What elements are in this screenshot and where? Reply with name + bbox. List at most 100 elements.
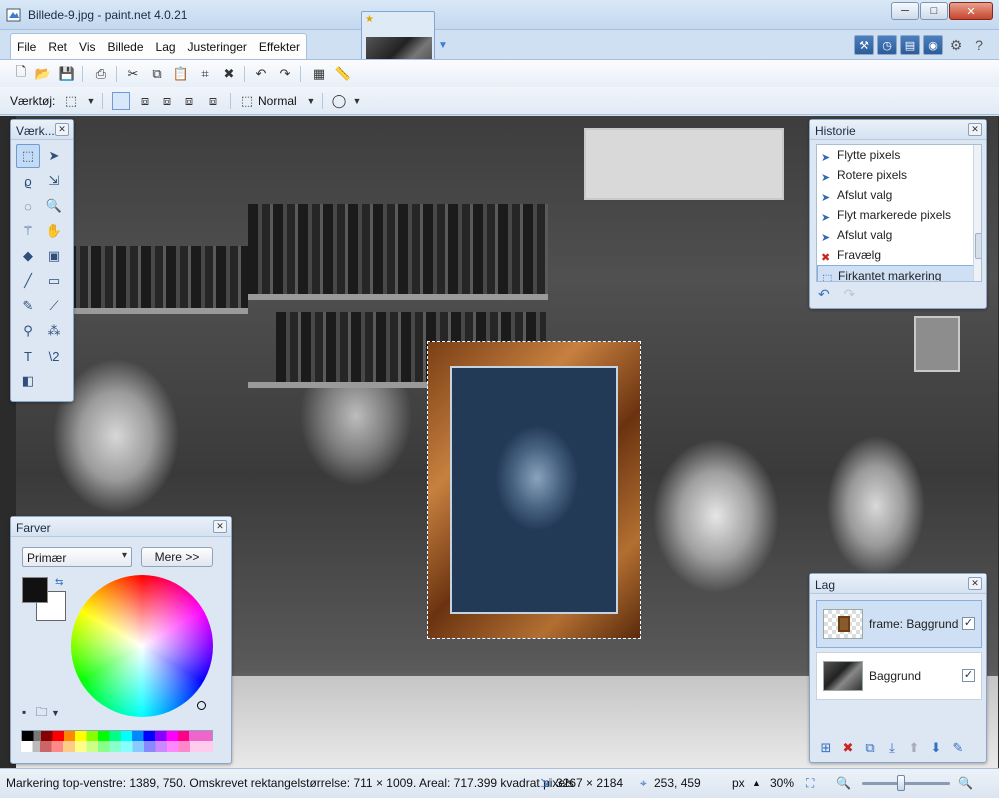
settings-gear-icon[interactable]: ⚙	[946, 35, 966, 55]
layer-properties-icon[interactable]: ✎	[950, 740, 966, 756]
open-file-icon[interactable]: 📂	[34, 65, 52, 83]
zoom-tool[interactable]: 🔍	[42, 194, 66, 218]
lasso-select-tool[interactable]: ϱ	[16, 169, 40, 193]
add-layer-icon[interactable]: ⊞	[818, 740, 834, 756]
unit-dropdown-icon[interactable]: ▲	[752, 778, 761, 788]
layer-visibility-checkbox[interactable]: ✓	[962, 669, 975, 682]
color-wheel[interactable]	[71, 575, 213, 717]
paint-bucket-tool[interactable]: ◆	[16, 244, 40, 268]
move-layer-up-icon[interactable]: ⬆	[906, 740, 922, 756]
line-curve-tool[interactable]: \2	[42, 344, 66, 368]
clone-stamp-tool[interactable]: ⚲	[16, 319, 40, 343]
paintbrush-tool[interactable]: ╱	[16, 269, 40, 293]
add-to-palette-icon[interactable]: ▪	[22, 705, 26, 719]
history-redo-icon[interactable]: ↷	[844, 286, 856, 302]
color-mode-select[interactable]: Primær	[22, 547, 132, 567]
zoom-slider-knob[interactable]	[897, 775, 905, 791]
history-window-toggle-icon[interactable]: ◷	[877, 35, 897, 55]
menu-file[interactable]: File	[11, 34, 42, 59]
layer-item-background[interactable]: Baggrund ✓	[816, 652, 982, 700]
pan-tool[interactable]: ✋	[42, 219, 66, 243]
primary-color-swatch[interactable]	[22, 577, 48, 603]
magic-wand-tool[interactable]: ⚚	[16, 219, 40, 243]
colors-window-toggle-icon[interactable]: ◉	[923, 35, 943, 55]
zoom-out-icon[interactable]: 🔍	[836, 776, 851, 790]
history-scroll-thumb[interactable]	[975, 233, 981, 259]
color-palette-light[interactable]	[21, 741, 213, 752]
minimize-button[interactable]: ─	[891, 2, 919, 20]
tools-panel-close-icon[interactable]: ✕	[55, 123, 69, 136]
layer-visibility-checkbox[interactable]: ✓	[962, 617, 975, 630]
blend-mode-select[interactable]: Normal	[258, 94, 297, 108]
menu-view[interactable]: Vis	[73, 34, 101, 59]
selection-mode-replace-icon[interactable]	[112, 92, 130, 110]
duplicate-layer-icon[interactable]: ⧉	[862, 740, 878, 756]
copy-icon[interactable]: ⧉	[148, 65, 166, 83]
selected-frame-layer[interactable]	[427, 341, 641, 639]
history-item[interactable]: ➤ Rotere pixels	[817, 165, 981, 185]
gradient-tool[interactable]: ▣	[42, 244, 66, 268]
menu-image[interactable]: Billede	[101, 34, 149, 59]
selection-mode-xor-icon[interactable]: ⧈	[204, 92, 222, 110]
text-tool[interactable]: T	[16, 344, 40, 368]
pencil-tool[interactable]: ✎	[16, 294, 40, 318]
menu-effects[interactable]: Effekter	[253, 34, 306, 59]
colors-panel-close-icon[interactable]: ✕	[213, 520, 227, 533]
history-panel-close-icon[interactable]: ✕	[968, 123, 982, 136]
zoom-slider-track[interactable]	[862, 782, 950, 785]
blend-mode-dropdown-icon[interactable]: ▼	[302, 92, 320, 110]
history-item[interactable]: ➤ Afslut valg	[817, 185, 981, 205]
color-picker-tool[interactable]: ⟋	[42, 294, 66, 318]
maximize-button[interactable]: □	[920, 2, 948, 20]
more-colors-button[interactable]: Mere >>	[141, 547, 213, 567]
rulers-icon[interactable]: 📏	[334, 65, 352, 83]
delete-layer-icon[interactable]: ✖	[840, 740, 856, 756]
selection-mode-exclude-icon[interactable]: ⧈	[158, 92, 176, 110]
palette-dropdown-icon[interactable]: ▼	[51, 708, 60, 718]
history-undo-icon[interactable]: ↶	[818, 286, 830, 302]
help-icon[interactable]: ?	[969, 35, 989, 55]
grid-icon[interactable]: ▦	[310, 65, 328, 83]
cut-icon[interactable]: ✂	[124, 65, 142, 83]
paste-icon[interactable]: 📋	[172, 65, 190, 83]
tools-window-toggle-icon[interactable]: ⚒	[854, 35, 874, 55]
history-scrollbar[interactable]	[973, 145, 981, 281]
selection-mode-intersect-icon[interactable]: ⧈	[180, 92, 198, 110]
crop-icon[interactable]: ⌗	[196, 65, 214, 83]
close-button[interactable]: ✕	[949, 2, 993, 20]
zoom-in-icon[interactable]: 🔍	[958, 776, 973, 790]
layer-item-frame[interactable]: frame: Baggrund ✓	[816, 600, 982, 648]
merge-layer-down-icon[interactable]: ⤓	[884, 740, 900, 756]
history-item[interactable]: ✖ Fravælg	[817, 245, 981, 265]
ellipse-select-tool[interactable]: ◌	[16, 194, 40, 218]
new-file-icon[interactable]: 🗋	[12, 64, 30, 83]
zoom-level[interactable]: 30%	[770, 776, 794, 790]
menu-edit[interactable]: Ret	[42, 34, 73, 59]
antialiasing-icon[interactable]: ◯	[330, 92, 348, 110]
history-item[interactable]: ➤ Flytte pixels	[817, 145, 981, 165]
recolor-tool[interactable]: ⁂	[42, 319, 66, 343]
unit-select[interactable]: px	[732, 776, 745, 790]
tool-dropdown-icon[interactable]: ▼	[82, 92, 100, 110]
history-item[interactable]: ➤ Flyt markerede pixels	[817, 205, 981, 225]
save-icon[interactable]: 💾	[58, 65, 76, 83]
shapes-tool[interactable]: ◧	[16, 369, 40, 393]
deselect-icon[interactable]: ✖	[220, 65, 238, 83]
swap-colors-icon[interactable]: ⇆	[55, 577, 63, 588]
color-wheel-cursor[interactable]	[197, 701, 206, 710]
move-layer-down-icon[interactable]: ⬇	[928, 740, 944, 756]
menu-adjustments[interactable]: Justeringer	[182, 34, 253, 59]
redo-icon[interactable]: ↷	[276, 65, 294, 83]
history-item-selected[interactable]: ⬚ Firkantet markering	[817, 265, 981, 281]
undo-icon[interactable]: ↶	[252, 65, 270, 83]
eraser-tool[interactable]: ▭	[42, 269, 66, 293]
move-selection-tool[interactable]: ⇲	[42, 169, 66, 193]
print-icon[interactable]: ⎙	[92, 65, 110, 83]
rectangle-select-tool-icon[interactable]: ⬚	[62, 92, 80, 110]
antialiasing-dropdown-icon[interactable]: ▼	[348, 92, 366, 110]
palette-menu-icon[interactable]: 🗀	[36, 705, 48, 719]
move-selected-pixels-tool[interactable]: ➤	[42, 144, 66, 168]
rectangle-select-tool[interactable]: ⬚	[16, 144, 40, 168]
selection-fixed-icon[interactable]: ⬚	[238, 92, 256, 110]
zoom-to-window-icon[interactable]: ⛶	[806, 776, 814, 791]
